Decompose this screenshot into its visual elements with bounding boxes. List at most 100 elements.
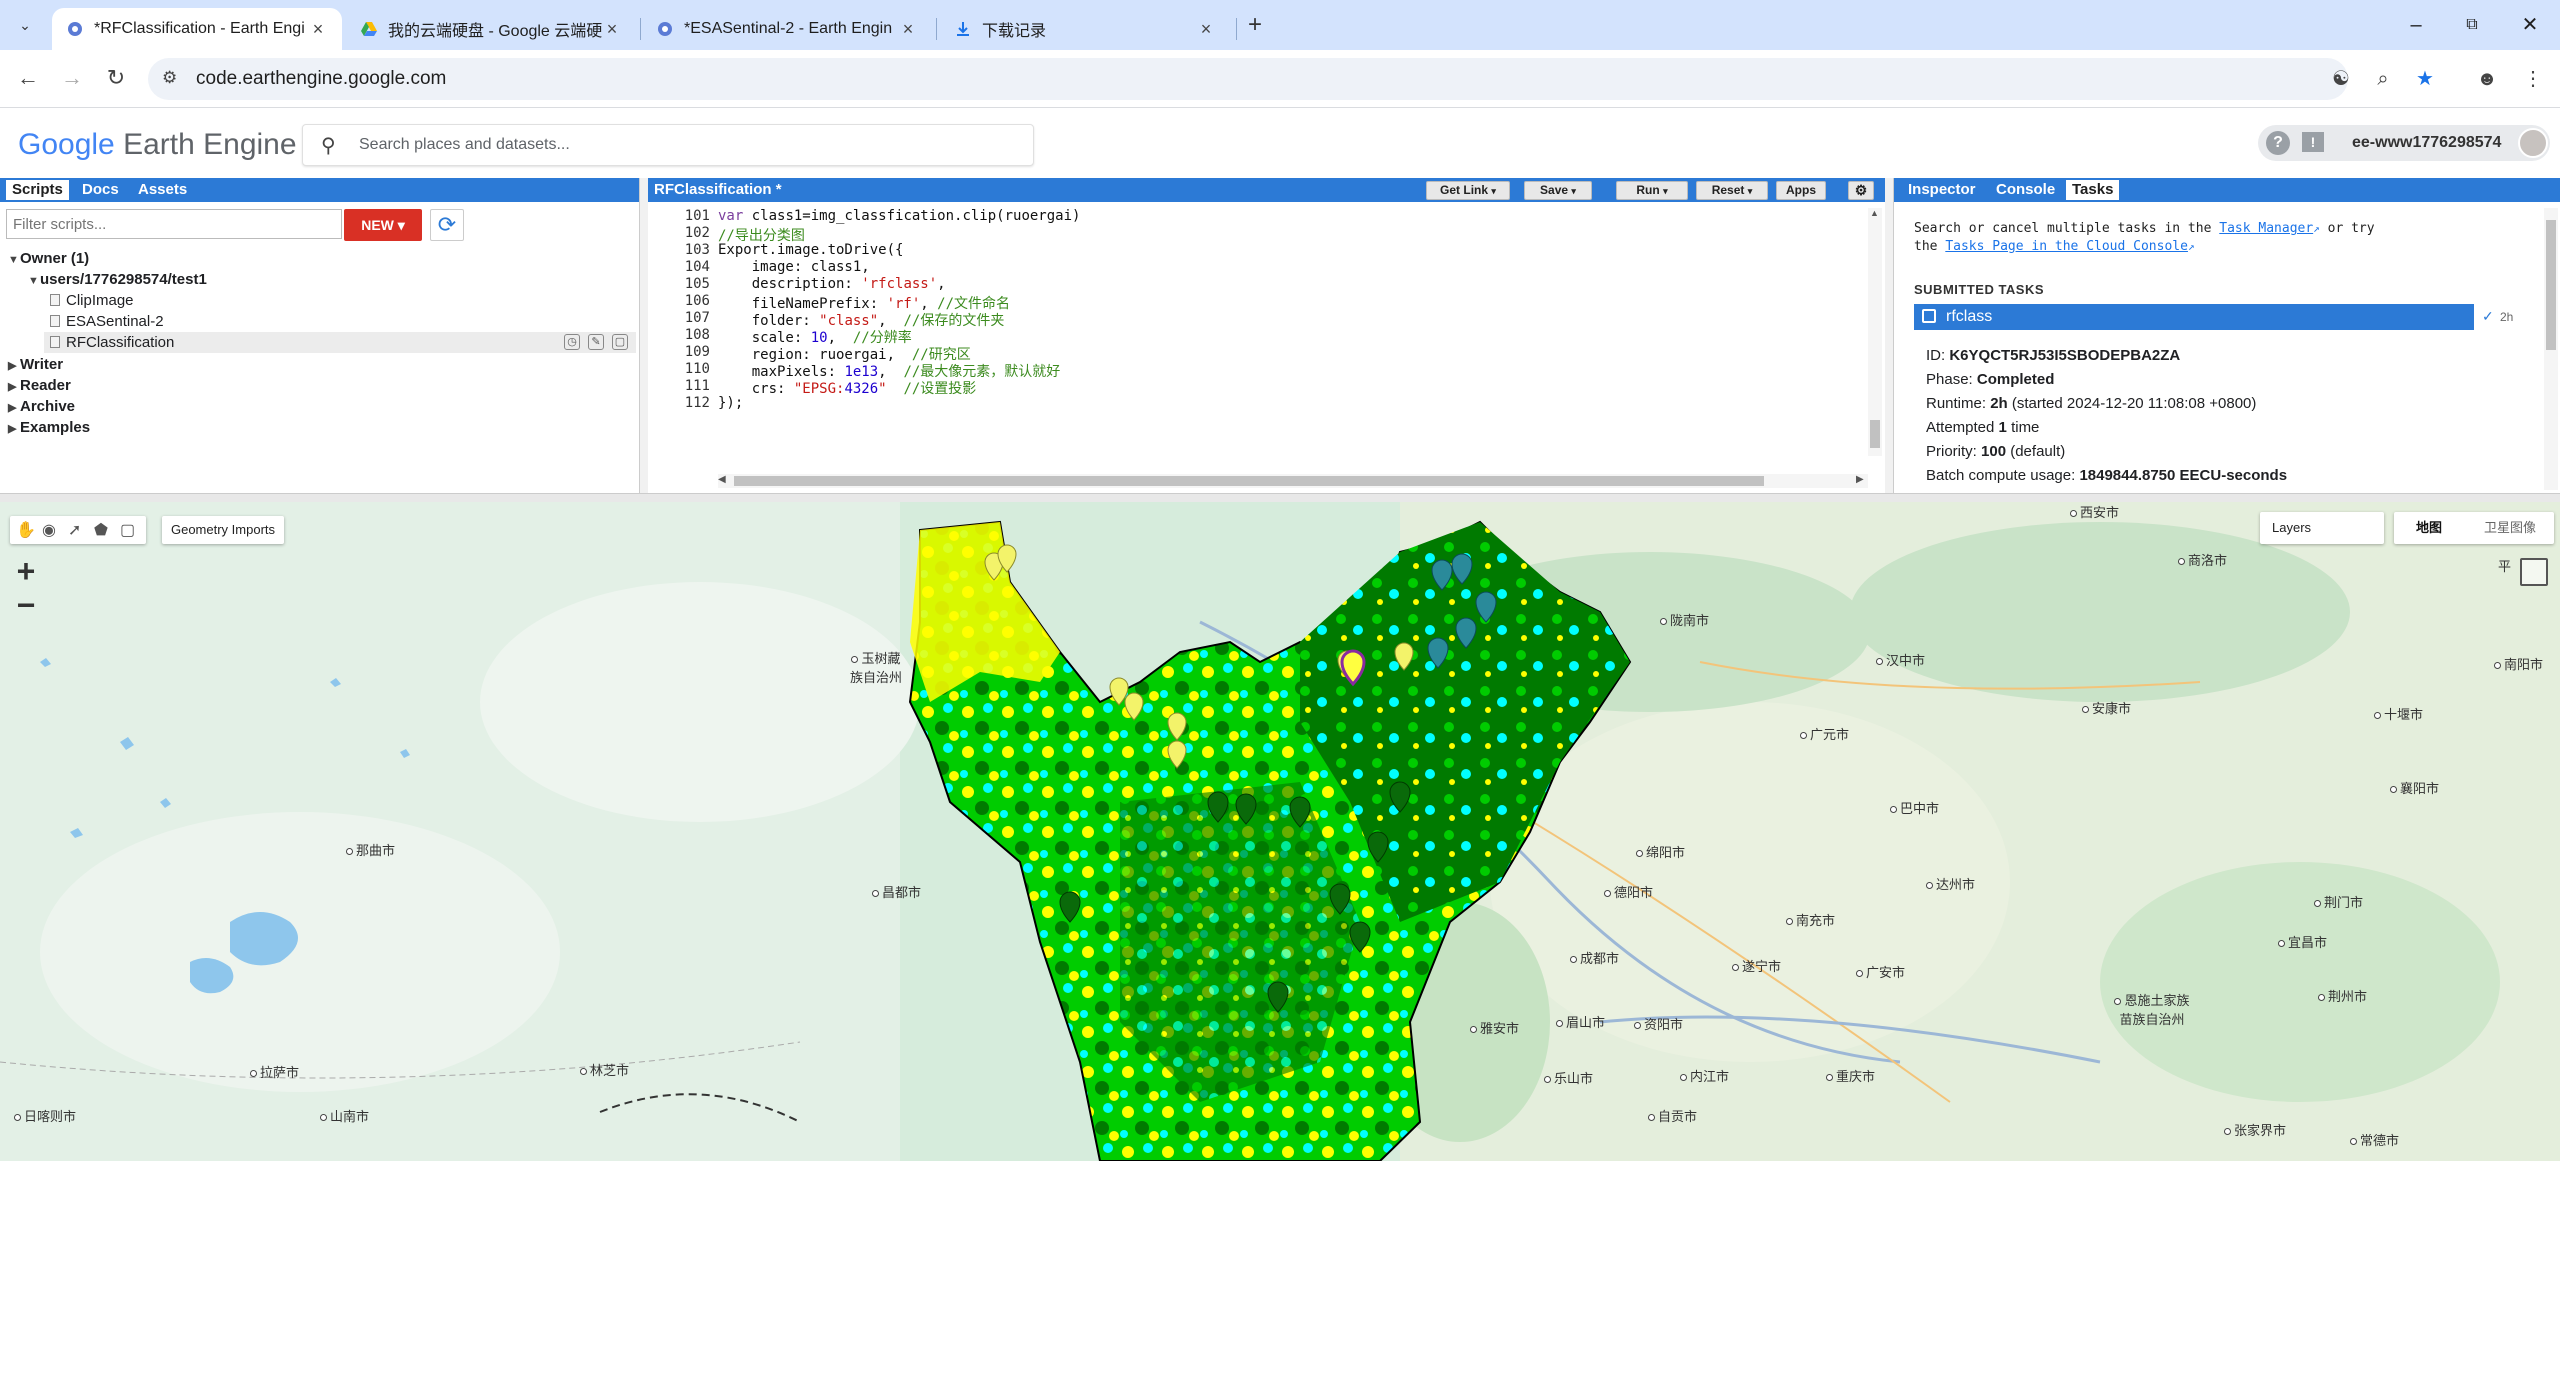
cloud-console-link[interactable]: Tasks Page in the Cloud Console — [1945, 239, 2188, 254]
scrollbar-thumb[interactable] — [734, 476, 1764, 486]
tree-examples[interactable]: ▶ Examples — [8, 419, 90, 436]
tab-console[interactable]: Console — [1996, 181, 2055, 198]
feedback-icon[interactable]: ! — [2302, 132, 2324, 152]
tree-repo[interactable]: ▼users/1776298574/test1 — [28, 271, 207, 288]
reload-icon[interactable]: ↻ — [98, 60, 134, 96]
script-rfclassification[interactable]: RFClassification — [50, 334, 174, 351]
scroll-left-arrow-icon[interactable]: ◀ — [718, 474, 726, 485]
pan-hand-icon[interactable]: ✋ — [16, 520, 36, 540]
scrollbar-thumb[interactable] — [1870, 420, 1880, 448]
tab-assets[interactable]: Assets — [138, 181, 187, 198]
tab-docs[interactable]: Docs — [82, 181, 119, 198]
line-number: 110 — [684, 361, 710, 377]
browser-tab-rfclassification[interactable]: *RFClassification - Earth Engi × — [52, 8, 342, 50]
bookmark-star-icon[interactable]: ★ — [2412, 66, 2438, 92]
task-row-rfclass[interactable]: rfclass — [1914, 304, 2474, 330]
apps-button[interactable]: Apps — [1776, 181, 1826, 200]
city-dot-icon — [2374, 712, 2381, 719]
label: Phase: — [1926, 371, 1973, 388]
account-name[interactable]: ee-www1776298574 — [2352, 134, 2501, 152]
browser-tab-esasentinal[interactable]: *ESASentinal-2 - Earth Engin × — [642, 8, 932, 50]
code-line[interactable]: var class1=img_classfication.clip(ruoerg… — [718, 208, 1080, 224]
scroll-up-arrow-icon[interactable]: ▲ — [1870, 208, 1879, 218]
new-tab-button[interactable]: + — [1240, 12, 1270, 38]
filter-scripts-input[interactable] — [6, 209, 342, 239]
minimize-icon[interactable]: – — [2396, 8, 2436, 42]
site-settings-icon[interactable]: ⚙ — [162, 68, 177, 88]
browser-tab-google-drive[interactable]: 我的云端硬盘 - Google 云端硬 × — [346, 8, 636, 50]
scrollbar-thumb[interactable] — [2546, 220, 2556, 350]
get-link-button[interactable]: Get Link ▾ — [1426, 181, 1510, 200]
scroll-right-arrow-icon[interactable]: ▶ — [1856, 474, 1864, 485]
close-icon[interactable]: × — [308, 19, 328, 40]
menu-kebab-icon[interactable]: ⋮ — [2520, 66, 2546, 92]
vertical-scrollbar[interactable]: ▲ — [1868, 208, 1882, 456]
horizontal-scrollbar[interactable]: ◀ ▶ — [718, 474, 1868, 488]
add-marker-icon[interactable]: ◉ — [42, 520, 56, 540]
code-line[interactable]: description: 'rfclass', — [718, 276, 946, 292]
close-icon[interactable]: × — [1196, 19, 1216, 40]
browser-tab-downloads[interactable]: 下载记录 × — [940, 8, 1230, 50]
refresh-icon[interactable]: ⟳ — [430, 209, 464, 241]
script-esasentinal[interactable]: ESASentinal-2 — [50, 313, 164, 330]
restore-icon[interactable]: ⧉ — [2452, 8, 2492, 42]
zoom-icon[interactable]: ⌕ — [2370, 66, 2396, 92]
right-splitter[interactable] — [1885, 178, 1893, 493]
map-type-map-button[interactable]: 地图 — [2394, 512, 2464, 544]
rename-icon[interactable]: ✎ — [588, 334, 604, 350]
profile-icon[interactable]: ☻ — [2474, 66, 2500, 92]
save-button[interactable]: Save ▾ — [1524, 181, 1592, 200]
city-dot-icon — [1636, 850, 1643, 857]
code-line[interactable]: }); — [718, 395, 743, 411]
right-scrollbar[interactable] — [2544, 208, 2558, 490]
city-name: 玉树藏族自治州 — [849, 651, 902, 685]
search-places-input[interactable]: ⚲ Search places and datasets... — [302, 124, 1034, 166]
left-splitter[interactable] — [640, 178, 648, 493]
new-script-button[interactable]: NEW ▾ — [344, 209, 422, 241]
earth-engine-logo[interactable]: Google Earth Engine — [18, 128, 297, 162]
avatar[interactable] — [2518, 128, 2548, 158]
task-manager-link[interactable]: Task Manager — [2219, 221, 2313, 236]
translate-icon[interactable]: ☯ — [2328, 66, 2354, 92]
code-line[interactable]: crs: "EPSG:4326" //设置投影 — [718, 378, 977, 398]
script-clipimage[interactable]: ClipImage — [50, 292, 134, 309]
geometry-imports-button[interactable]: Geometry Imports — [162, 516, 284, 544]
back-icon[interactable]: ← — [10, 60, 46, 96]
close-icon[interactable]: × — [898, 19, 918, 40]
forward-icon[interactable]: → — [54, 60, 90, 96]
fullscreen-icon[interactable] — [2520, 558, 2548, 586]
address-bar[interactable]: ⚙ code.earthengine.google.com ☯ — [148, 58, 2350, 100]
run-button[interactable]: Run ▾ — [1616, 181, 1688, 200]
tree-archive[interactable]: ▶ Archive — [8, 398, 75, 415]
draw-polygon-icon[interactable]: ⬟ — [94, 520, 108, 540]
tree-reader[interactable]: ▶ Reader — [8, 377, 71, 394]
tab-search-icon[interactable]: ⌄ — [10, 12, 40, 38]
zoom-out-button[interactable]: − — [6, 588, 46, 622]
draw-line-icon[interactable]: ➚ — [68, 520, 81, 540]
delete-icon[interactable]: ▢ — [612, 334, 628, 350]
geometry-imports-label: Geometry Imports — [170, 522, 276, 537]
map-splitter[interactable] — [0, 493, 2560, 502]
city-name: 平 — [2498, 559, 2512, 574]
tab-tasks[interactable]: Tasks — [2066, 180, 2120, 200]
tree-owner[interactable]: ▼Owner (1) — [8, 250, 89, 267]
map-canvas[interactable]: ✋ ◉ ➚ ⬟ ▢ Geometry Imports + − Layers 地图… — [0, 502, 2560, 1161]
code-line[interactable]: Export.image.toDrive({ — [718, 242, 903, 258]
new-button-label: NEW — [361, 217, 394, 233]
layers-control[interactable]: Layers — [2260, 512, 2384, 544]
settings-gear-icon[interactable]: ⚙ — [1848, 181, 1874, 200]
draw-rectangle-icon[interactable]: ▢ — [120, 520, 135, 540]
tab-inspector[interactable]: Inspector — [1908, 181, 1976, 198]
tab-scripts[interactable]: Scripts — [6, 180, 69, 200]
tree-writer[interactable]: ▶ Writer — [8, 356, 63, 373]
map-type-satellite-button[interactable]: 卫星图像 — [2466, 512, 2554, 544]
city-dot-icon — [2070, 510, 2077, 517]
task-runtime-row: Runtime: 2h (started 2024-12-20 11:08:08… — [1926, 392, 2287, 416]
close-icon[interactable]: × — [602, 19, 622, 40]
window-close-icon[interactable]: ✕ — [2510, 8, 2550, 42]
help-icon[interactable]: ? — [2266, 131, 2290, 155]
reset-button[interactable]: Reset ▾ — [1696, 181, 1768, 200]
history-icon[interactable]: ◷ — [564, 334, 580, 350]
code-line[interactable]: image: class1, — [718, 259, 870, 275]
zoom-in-button[interactable]: + — [6, 554, 46, 588]
